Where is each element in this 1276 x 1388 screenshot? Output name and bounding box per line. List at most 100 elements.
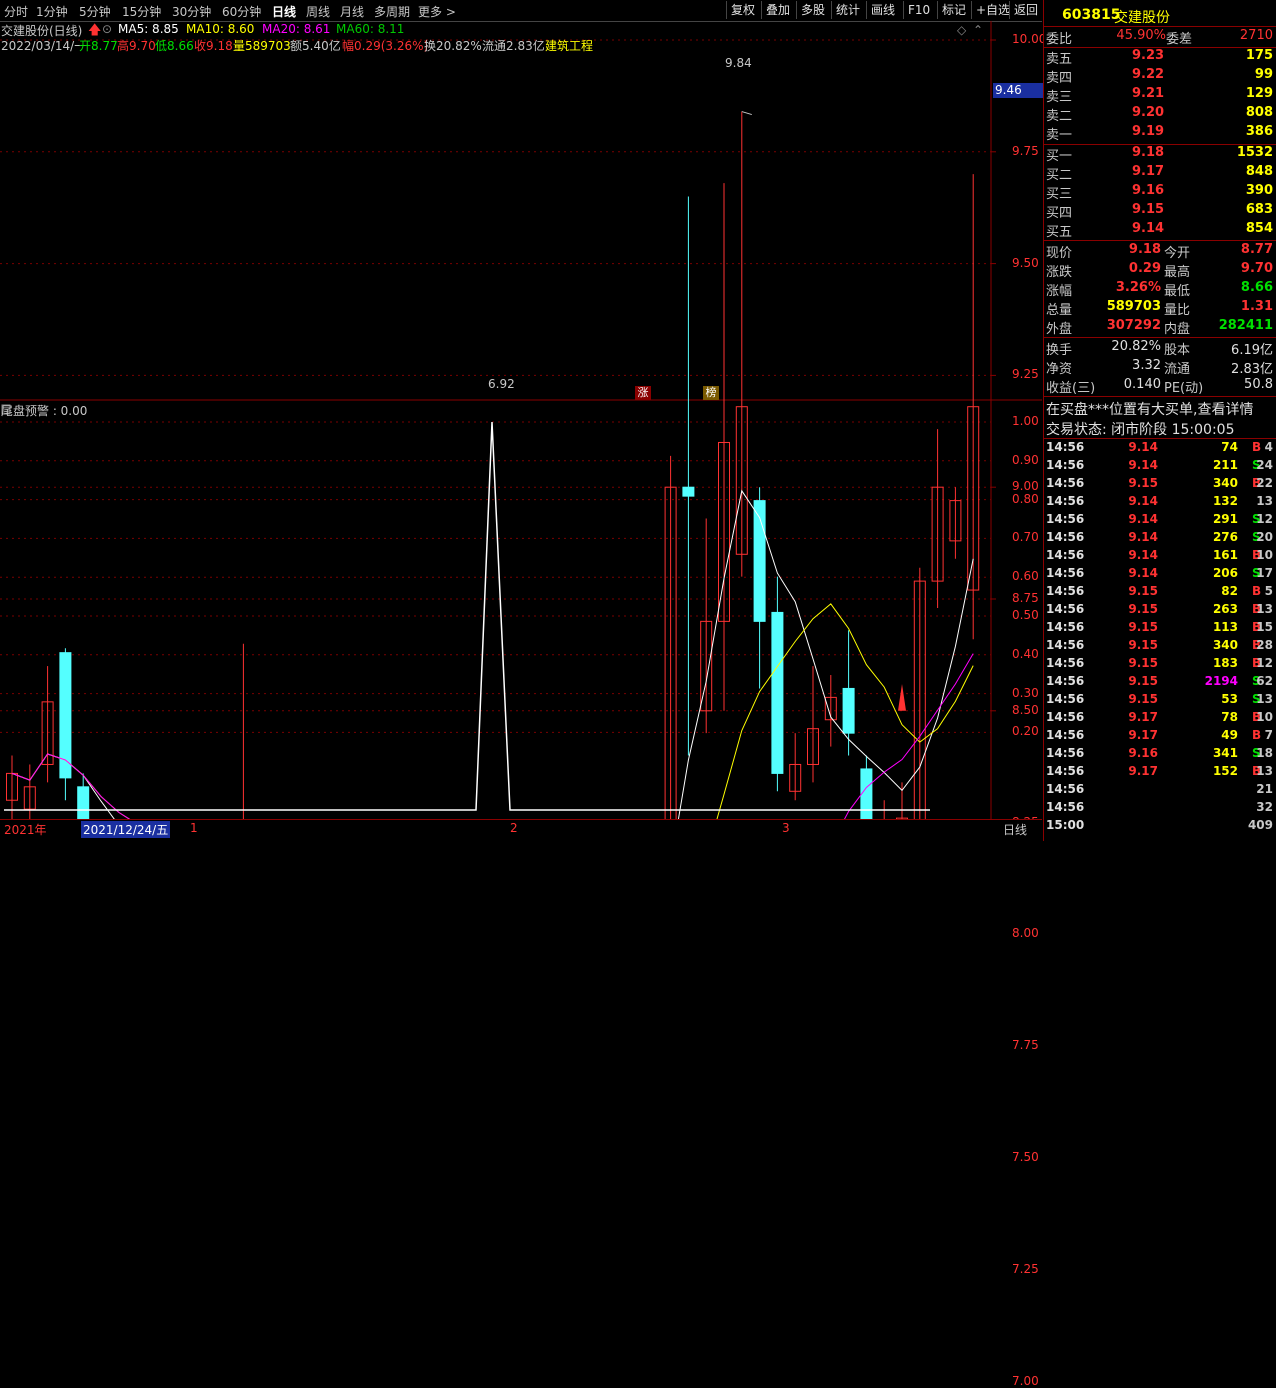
candle-body: [771, 611, 784, 774]
tick-row: 14:56 9.17 78 B 10: [1046, 710, 1275, 728]
ask-label: 卖三: [1046, 90, 1073, 105]
period-tab-more[interactable]: 更多 >: [418, 3, 456, 20]
tick-volume: 340: [1212, 476, 1238, 490]
quote-value: 3.26%: [1115, 280, 1161, 295]
ask-row: 卖一 9.19 386: [1046, 124, 1275, 143]
back-button[interactable]: 返回: [1009, 1, 1042, 19]
add-watchlist-button[interactable]: +自选: [971, 1, 1014, 19]
period-tab-fenshi[interactable]: 分时: [4, 3, 28, 20]
indicator-title: 尾盘预警 : 0.00: [1, 404, 88, 418]
bid-price: 9.18: [1132, 145, 1165, 160]
ask-volume: 808: [1245, 105, 1273, 120]
f10-button[interactable]: F10: [903, 1, 934, 19]
info-amount: 额5.40亿: [290, 39, 341, 53]
tick-volume: 49: [1221, 728, 1238, 742]
bid-row: 买四 9.15 683: [1046, 202, 1275, 221]
draw-line-button[interactable]: 画线: [866, 1, 899, 19]
tick-price: 9.17: [1128, 764, 1158, 778]
ask-label: 卖二: [1046, 109, 1073, 124]
tick-time: 14:56: [1046, 494, 1085, 508]
tick-price: 9.14: [1128, 512, 1158, 526]
period-tab-monthly[interactable]: 月线: [340, 3, 364, 20]
period-tab-multi[interactable]: 多周期: [374, 3, 410, 20]
tick-price: 9.15: [1128, 674, 1158, 688]
tick-count: 15: [1256, 620, 1273, 634]
tick-price: 9.15: [1128, 692, 1158, 706]
tick-volume: 183: [1212, 656, 1238, 670]
info-date: 2022/03/14/一: [1, 39, 87, 53]
tick-row: 14:56 9.16 341 S 18: [1046, 746, 1275, 764]
candle-body: [860, 768, 873, 819]
tick-row: 14:56 9.14 206 S 17: [1046, 566, 1275, 584]
overlay-button[interactable]: 叠加: [761, 1, 794, 19]
info-close: 收9.18: [194, 39, 233, 53]
ask-price: 9.20: [1132, 105, 1165, 120]
ask-volume: 175: [1245, 48, 1273, 63]
quote-value: 8.77: [1240, 242, 1273, 257]
tick-count: 24: [1256, 458, 1273, 472]
tick-row: 14:56 9.14 276 S 20: [1046, 530, 1275, 548]
indicator-tick-label: 1.00: [1012, 414, 1039, 428]
tick-count: 28: [1256, 638, 1273, 652]
tick-time: 14:56: [1046, 728, 1085, 742]
tick-time: 14:56: [1046, 566, 1085, 580]
period-tab-5min[interactable]: 5分钟: [79, 3, 111, 20]
tick-count: 13: [1256, 602, 1273, 616]
big-order-notice[interactable]: 在买盘***位置有大买单,查看详情: [1046, 399, 1275, 418]
period-tab-daily[interactable]: 日线: [272, 3, 296, 20]
divider: [1044, 26, 1276, 27]
tick-row: 14:56 9.15 183 B 12: [1046, 656, 1275, 674]
bid-volume: 848: [1245, 164, 1273, 179]
tick-count: 7: [1264, 728, 1273, 742]
tick-volume: 2194: [1204, 674, 1238, 688]
bid-volume: 683: [1245, 202, 1273, 217]
diamond-icon[interactable]: ◇: [957, 23, 966, 37]
divider: [1044, 337, 1276, 338]
period-tab-15min[interactable]: 15分钟: [122, 3, 161, 20]
tick-price: 9.15: [1128, 584, 1158, 598]
indicator-tick-label: 0.50: [1012, 608, 1039, 622]
chart-area[interactable]: 交建股份(日线) 🡅 ⊙ MA5: 8.85 MA10: 8.60 MA20: …: [0, 21, 1046, 1388]
price-tick-label: 8.75: [1012, 591, 1039, 605]
month-1-label: 1: [190, 821, 198, 835]
ma60-label: MA60: 8.11: [336, 22, 405, 36]
kline-chart-svg[interactable]: [0, 21, 1042, 819]
settings-circle-icon[interactable]: ⊙: [102, 22, 112, 36]
quote-value: 282411: [1218, 318, 1273, 333]
fuquan-button[interactable]: 复权: [726, 1, 759, 19]
tick-row: 14:56 9.15 340 B 28: [1046, 638, 1275, 656]
statistics-button[interactable]: 统计: [831, 1, 864, 19]
indicator-line: [4, 421, 930, 811]
quote-value: 9.70: [1240, 261, 1273, 276]
stock-name: 交建股份: [1114, 10, 1170, 26]
quote-label: 量比: [1164, 303, 1191, 318]
period-tab-weekly[interactable]: 周线: [306, 3, 330, 20]
zhang-badge[interactable]: 涨: [635, 386, 651, 400]
tick-volume: 341: [1212, 746, 1238, 760]
fund-label: 收益(三): [1046, 381, 1096, 396]
period-tab-60min[interactable]: 60分钟: [222, 3, 261, 20]
indicator-tick-label: 0.20: [1012, 724, 1039, 739]
tick-time: 14:56: [1046, 746, 1085, 760]
mark-button[interactable]: 标记: [937, 1, 970, 19]
bang-badge[interactable]: 榜: [703, 386, 719, 400]
tick-price: 9.14: [1128, 440, 1158, 454]
tick-count: 10: [1256, 710, 1273, 724]
bid-row: 买三 9.16 390: [1046, 183, 1275, 202]
tick-price: 9.17: [1128, 710, 1158, 724]
month-2-label: 2: [510, 821, 518, 835]
quote-row: 现价 9.18 今开 8.77: [1046, 242, 1275, 261]
tick-row: 14:56 9.14 74 B 4: [1046, 440, 1275, 458]
price-tick-label: 7.75: [1012, 1038, 1039, 1053]
multi-stock-button[interactable]: 多股: [796, 1, 829, 19]
period-tab-1min[interactable]: 1分钟: [36, 3, 68, 20]
quote-value: 9.18: [1128, 242, 1161, 257]
tick-row: 14:56 9.14 211 S 24: [1046, 458, 1275, 476]
bid-price: 9.16: [1132, 183, 1165, 198]
tick-count: 32: [1256, 800, 1273, 814]
period-indicator[interactable]: 日线: [1003, 821, 1027, 838]
collapse-icon[interactable]: ⌃: [973, 23, 983, 37]
tick-count: 12: [1256, 656, 1273, 670]
ma20-line: [11, 653, 974, 819]
period-tab-30min[interactable]: 30分钟: [172, 3, 211, 20]
